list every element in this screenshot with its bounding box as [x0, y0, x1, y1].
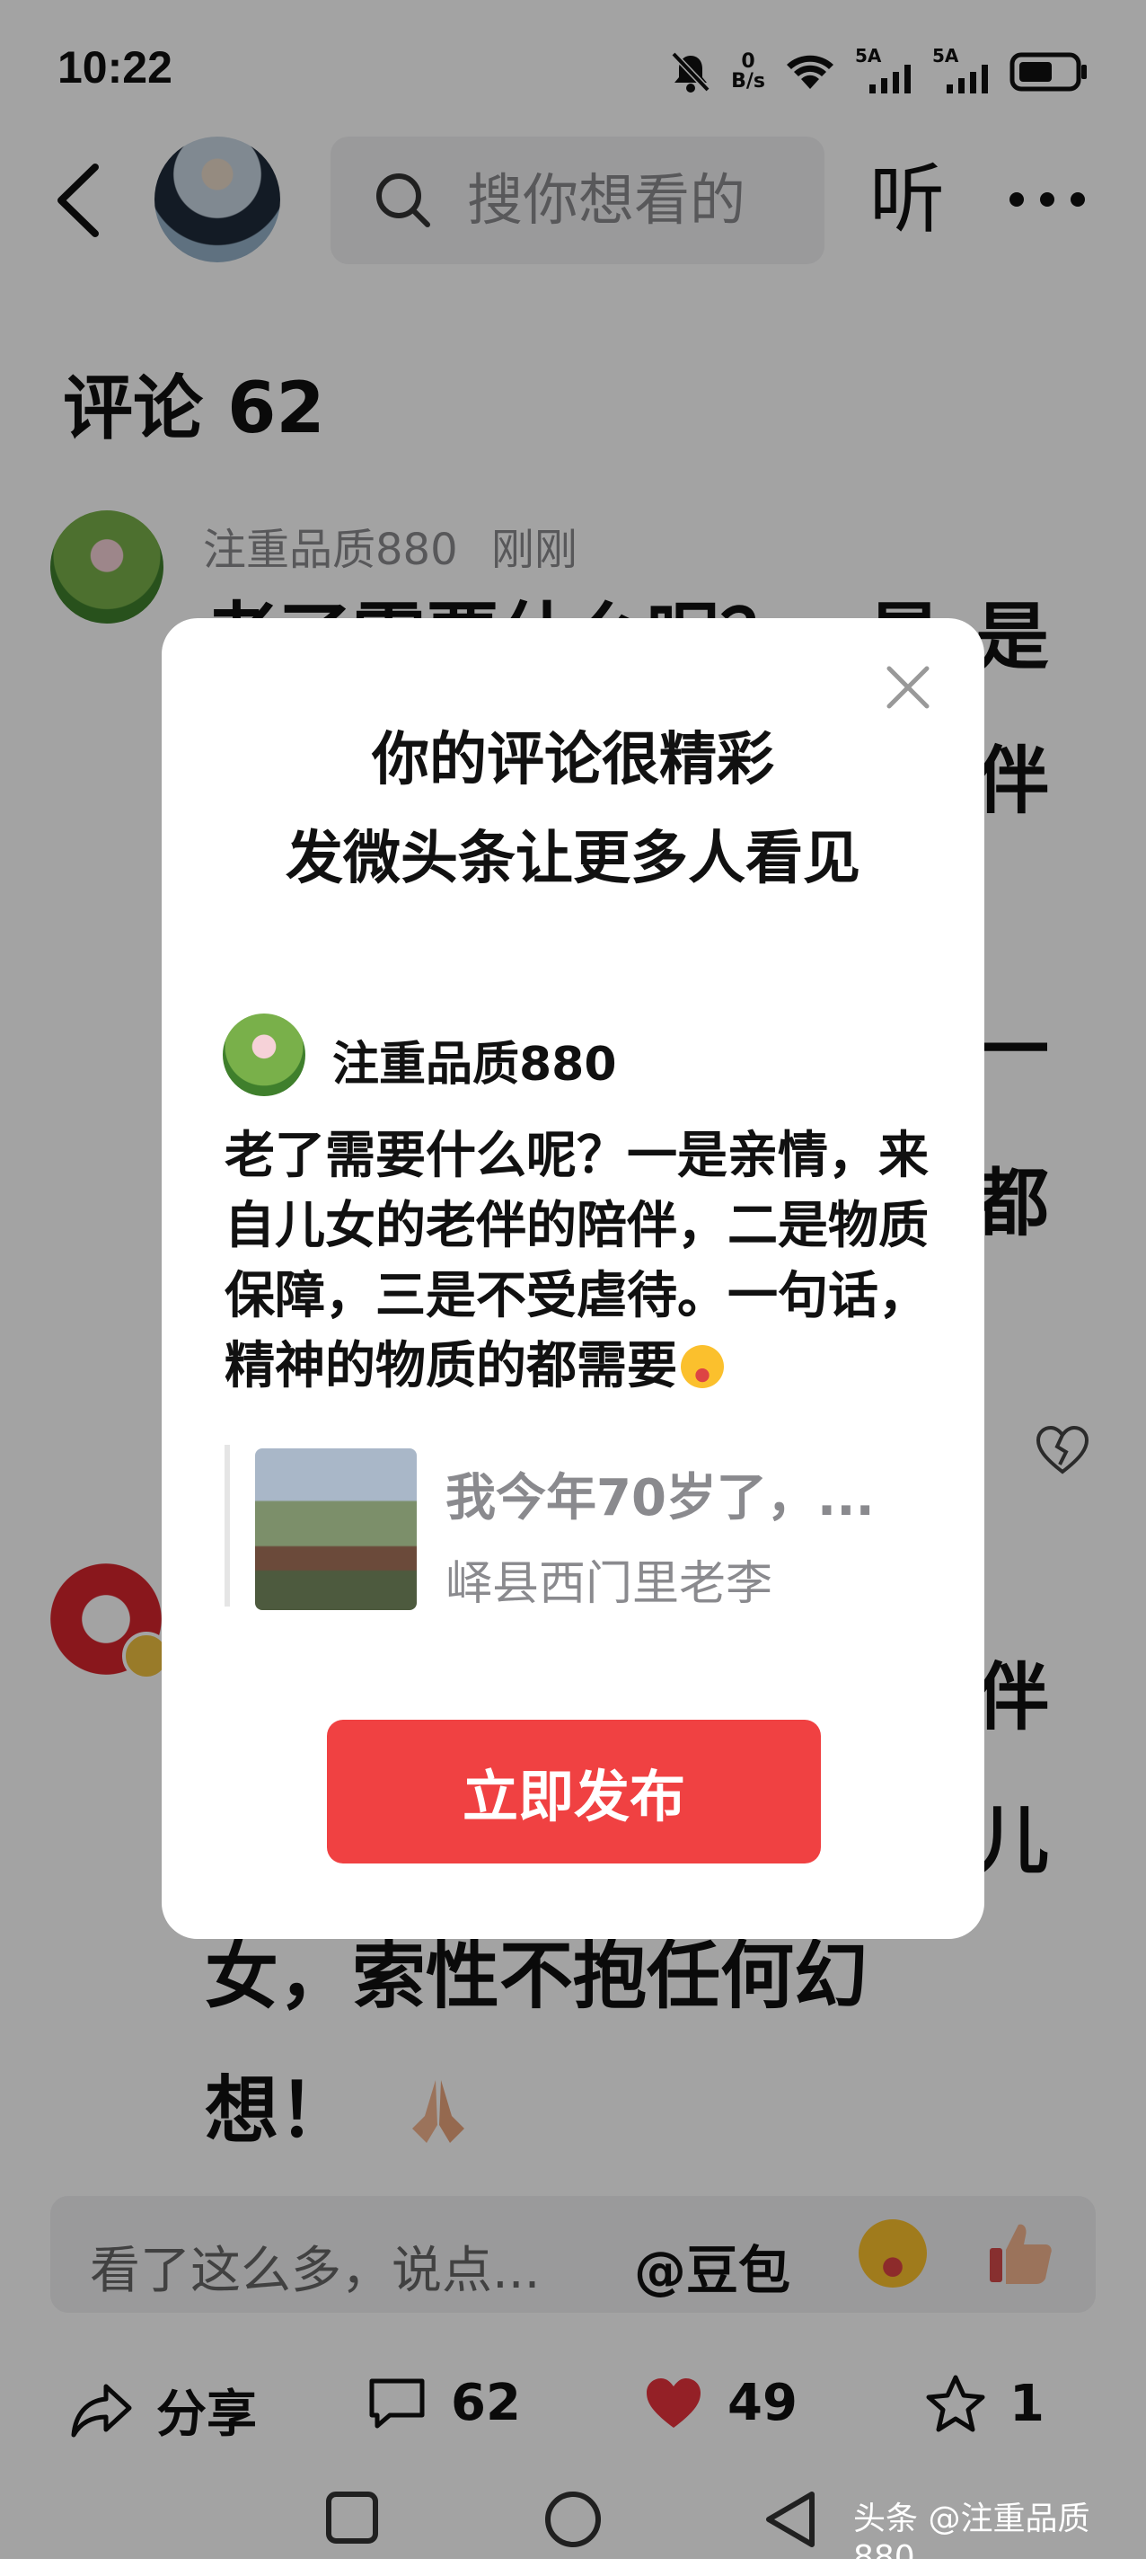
dialog-title: 你的评论很精彩: [372, 727, 774, 793]
laughing-emoji-icon: [681, 1345, 724, 1388]
user-avatar: [223, 1014, 305, 1096]
article-thumbnail: [255, 1448, 417, 1610]
dialog-subtitle: 发微头条让更多人看见: [286, 826, 860, 892]
quoted-article-title: 我今年70岁了，...: [445, 1469, 875, 1527]
quoted-article-author: 峄县西门里老李: [445, 1557, 773, 1611]
close-icon[interactable]: [884, 663, 932, 712]
publish-button[interactable]: 立即发布: [327, 1720, 821, 1863]
comment-body: 老了需要什么呢？一是亲情，来自儿女的老伴的陪伴，二是物质保障，三是不受虐待。一句…: [225, 1127, 929, 1395]
dialog-comment-text: 老了需要什么呢？一是亲情，来自儿女的老伴的陪伴，二是物质保障，三是不受虐待。一句…: [225, 1121, 934, 1402]
watermark: 头条 @注重品质880: [853, 2501, 1090, 2576]
quote-divider: [225, 1445, 230, 1607]
share-prompt-dialog: 你的评论很精彩 发微头条让更多人看见 注重品质880 老了需要什么呢？一是亲情，…: [162, 618, 984, 1939]
dialog-username: 注重品质880: [332, 1038, 617, 1092]
